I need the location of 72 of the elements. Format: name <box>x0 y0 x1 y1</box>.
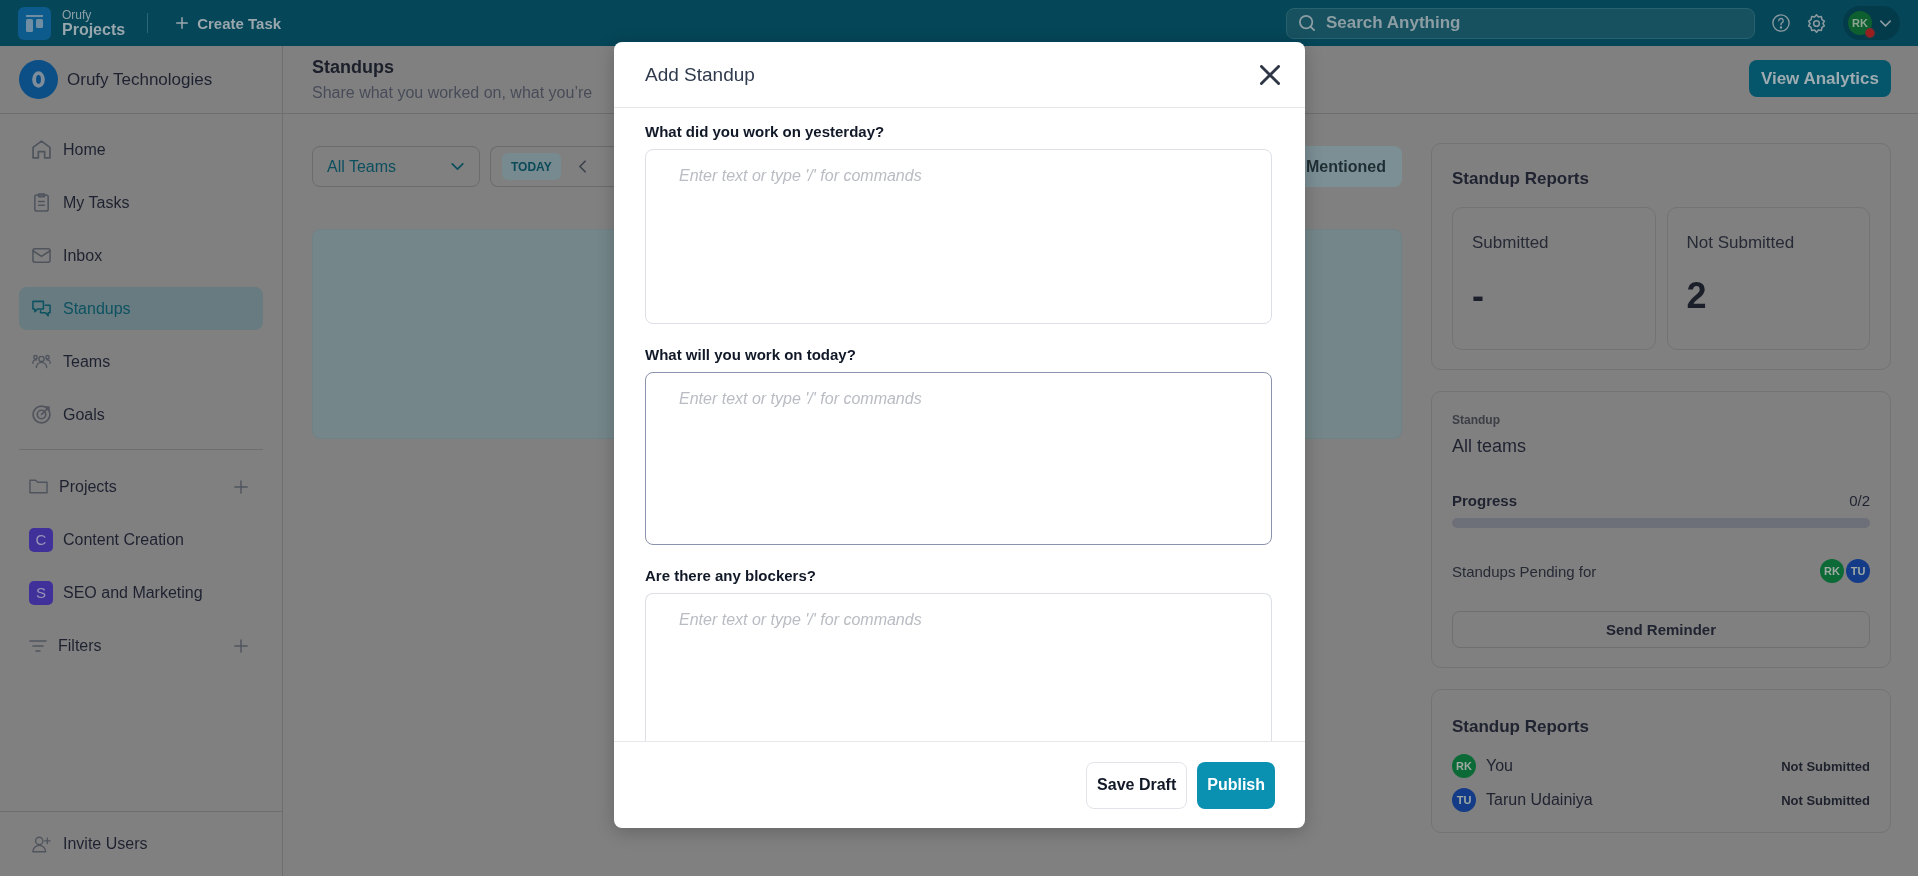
folder-icon <box>29 479 48 494</box>
nav-item[interactable]: Goals <box>19 393 263 436</box>
nav-item[interactable]: My Tasks <box>19 181 263 224</box>
page-subtitle: Share what you worked on, what you’re <box>312 83 593 103</box>
workspace-logo-icon <box>19 60 58 99</box>
member-name: Tarun Udainiya <box>1486 791 1593 809</box>
stat-value: 2 <box>1686 276 1707 316</box>
today-button[interactable]: TODAY <box>502 153 561 180</box>
user-avatar: RK <box>1452 754 1476 778</box>
filter-icon <box>29 639 47 652</box>
card-title: Standup Reports <box>1452 168 1589 190</box>
user-menu-button[interactable]: RK <box>1843 6 1900 40</box>
tab[interactable]: Mentioned <box>1305 146 1402 187</box>
view-analytics-button[interactable]: View Analytics <box>1748 60 1891 97</box>
nav-item[interactable]: Teams <box>19 340 263 383</box>
team-dropdown[interactable]: All Teams <box>312 146 480 187</box>
people-icon <box>32 352 51 371</box>
progress-label: Progress <box>1452 491 1518 511</box>
help-icon[interactable] <box>1772 14 1790 32</box>
status-dot-icon <box>1865 28 1875 38</box>
user-avatar: TU <box>1846 559 1870 583</box>
nav-item[interactable]: Inbox <box>19 234 263 277</box>
question-label: What did you work on yesterday? <box>645 122 885 142</box>
chat-bubbles-icon <box>32 299 51 318</box>
user-avatar: RK <box>1848 11 1872 35</box>
modal-title: Add Standup <box>645 63 755 86</box>
stat-label: Submitted <box>1472 232 1549 254</box>
target-icon <box>32 405 51 424</box>
brand-name: Orufy <box>62 8 92 21</box>
close-icon[interactable] <box>1260 64 1280 85</box>
settings-icon[interactable] <box>1807 13 1826 33</box>
product-name: Projects <box>62 21 126 38</box>
user-plus-icon <box>32 835 51 853</box>
nav-item[interactable]: Standups <box>19 287 263 330</box>
nav-item[interactable]: Home <box>19 128 263 171</box>
project-item[interactable]: S SEO and Marketing <box>19 571 209 614</box>
project-item[interactable]: C Content Creation <box>19 518 190 561</box>
team-name: All teams <box>1452 435 1527 457</box>
section-heading[interactable]: Projects <box>59 477 117 496</box>
plus-icon <box>176 17 189 29</box>
overline-label: Standup <box>1452 413 1500 427</box>
chevron-down-icon <box>451 163 464 170</box>
user-avatar: TU <box>1452 788 1476 812</box>
project-initial: S <box>29 580 53 605</box>
section-heading[interactable]: Filters <box>58 636 102 655</box>
invite-users-button[interactable]: Invite Users <box>19 822 156 866</box>
send-reminder-button[interactable]: Send Reminder <box>1452 611 1870 648</box>
status-label: Not Submitted <box>1781 758 1870 774</box>
envelope-icon <box>32 246 51 265</box>
pending-label: Standups Pending for <box>1452 562 1597 580</box>
clipboard-icon <box>32 193 51 212</box>
status-label: Not Submitted <box>1781 792 1870 808</box>
home-icon <box>32 140 51 159</box>
project-initial: C <box>29 527 53 552</box>
publish-button[interactable]: Publish <box>1197 761 1275 809</box>
question-label: Are there any blockers? <box>645 566 816 586</box>
question-label: What will you work on today? <box>645 345 856 365</box>
create-task-button[interactable]: Create Task <box>176 14 282 32</box>
search-field[interactable]: Search Anything <box>1286 7 1755 39</box>
save-draft-button[interactable]: Save Draft <box>1086 761 1188 809</box>
app-logo-icon <box>18 6 51 40</box>
page-title: Standups <box>312 56 394 78</box>
chevron-down-icon <box>1880 19 1891 27</box>
search-icon <box>1299 15 1315 31</box>
chevron-left-icon[interactable] <box>578 160 586 173</box>
stat-label: Not Submitted <box>1686 232 1795 254</box>
card-title: Standup Reports <box>1452 716 1589 738</box>
member-name: You <box>1486 757 1513 775</box>
workspace-name: Orufy Technologies <box>67 69 213 90</box>
user-avatar: RK <box>1820 559 1844 583</box>
stat-value: - <box>1472 276 1484 316</box>
progress-reading: 0/2 <box>1849 491 1870 511</box>
